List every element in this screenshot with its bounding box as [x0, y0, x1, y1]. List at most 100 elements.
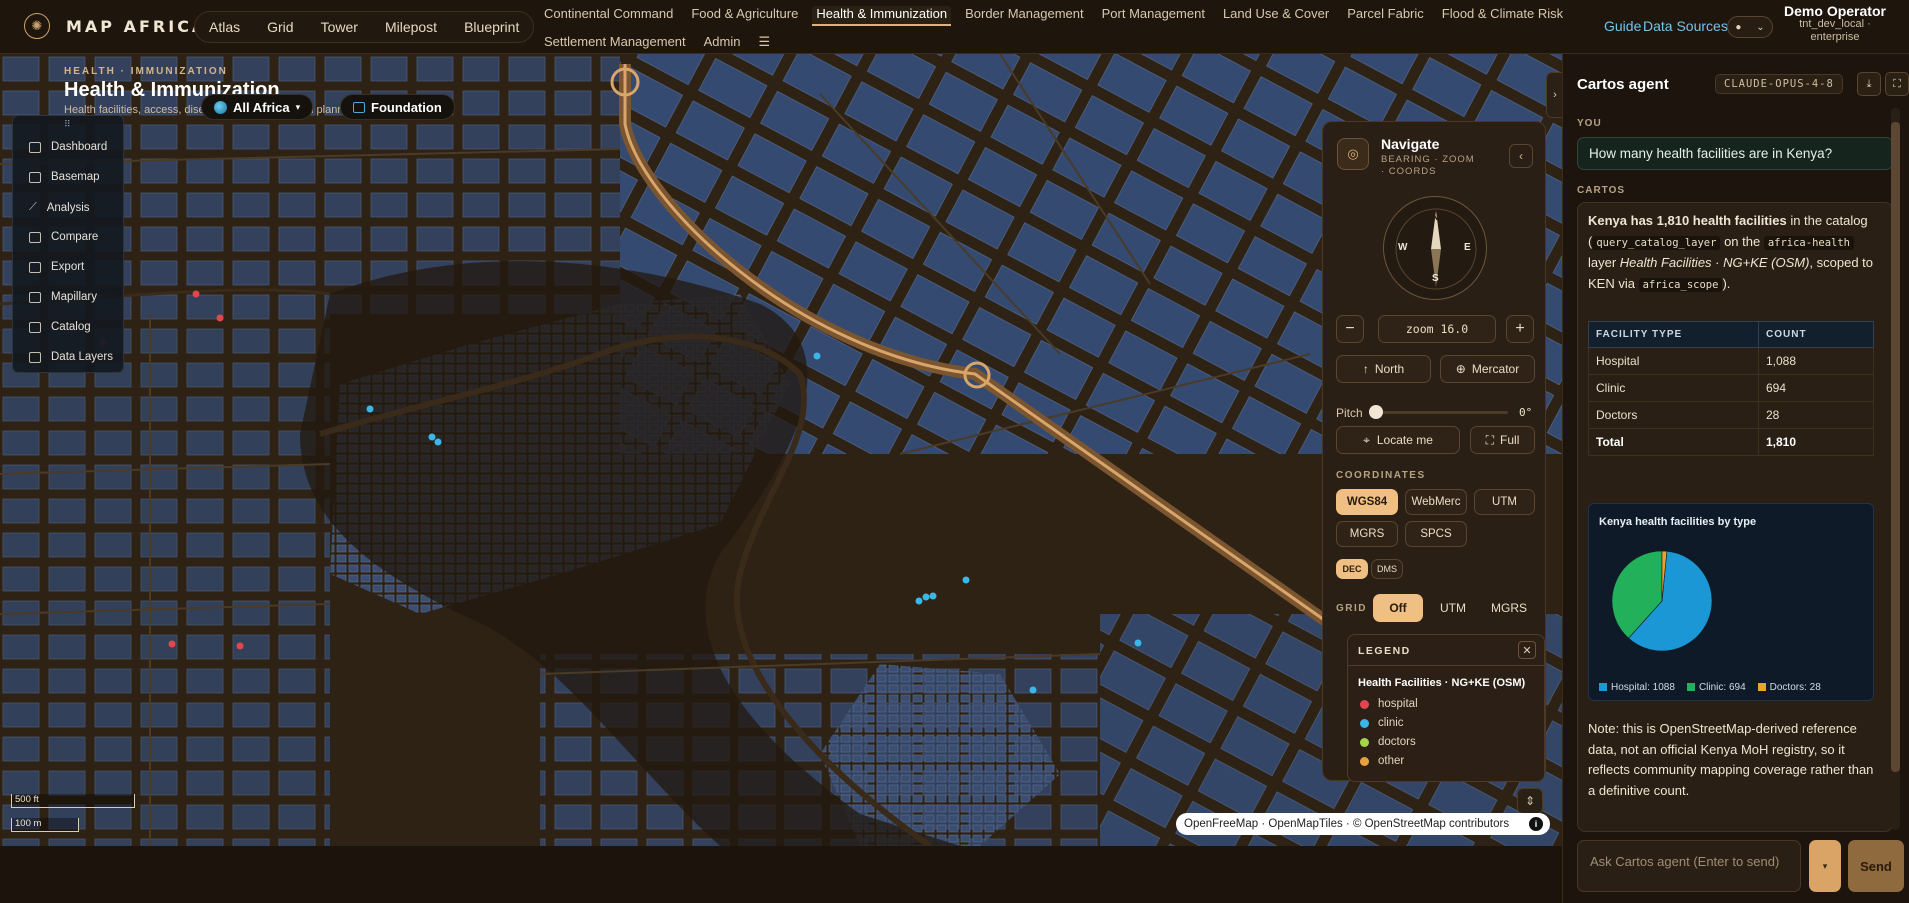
- coord-utm[interactable]: UTM: [1474, 489, 1535, 515]
- chevron-down-icon: ⌄: [1756, 21, 1765, 33]
- view-mode-group: Atlas Grid Tower Milepost Blueprint: [194, 11, 534, 43]
- map-footer-strip: [0, 846, 1562, 903]
- tool-export[interactable]: Export: [29, 261, 84, 273]
- nav-health-immunization[interactable]: Health & Immunization: [812, 6, 952, 26]
- collapse-panel-button[interactable]: ‹: [1509, 144, 1533, 168]
- coord-mgrs[interactable]: MGRS: [1336, 521, 1398, 547]
- navigate-title: Navigate: [1381, 136, 1440, 152]
- map-icon: [29, 171, 41, 183]
- coord-wgs84[interactable]: WGS84: [1336, 489, 1398, 515]
- model-options-button[interactable]: ▾: [1809, 840, 1841, 892]
- nav-land-use-cover[interactable]: Land Use & Cover: [1223, 6, 1329, 26]
- scope-selector[interactable]: All Africa ▾: [201, 94, 314, 120]
- catalog-icon: [29, 321, 41, 333]
- pitch-slider-thumb[interactable]: [1369, 405, 1383, 419]
- you-role-label: YOU: [1577, 118, 1602, 129]
- user-menu[interactable]: Demo Operator tnt_dev_local · enterprise: [1780, 3, 1890, 44]
- table-cell: Total: [1588, 428, 1759, 456]
- full-label: Full: [1500, 433, 1520, 447]
- drag-handle-icon[interactable]: ⠿: [64, 119, 71, 130]
- theme-toggle[interactable]: ● ⌄: [1727, 16, 1773, 38]
- zoom-out-button[interactable]: −: [1336, 315, 1364, 343]
- bearing-reset-button[interactable]: ⇕: [1517, 788, 1543, 814]
- table-cell: Hospital: [1588, 347, 1759, 375]
- legend-item-clinic: clinic: [1360, 717, 1404, 729]
- zoom-in-button[interactable]: +: [1506, 315, 1534, 343]
- compass-dial[interactable]: N S E W: [1383, 196, 1487, 300]
- locate-me-button[interactable]: ⌖ Locate me: [1336, 426, 1460, 454]
- nav-flood-climate-risk[interactable]: Flood & Climate Risk: [1442, 6, 1563, 26]
- nav-parcel-fabric[interactable]: Parcel Fabric: [1347, 6, 1424, 26]
- coord-webmerc[interactable]: WebMerc: [1405, 489, 1467, 515]
- expand-panel-button[interactable]: ⛶: [1885, 72, 1909, 96]
- data-sources-link[interactable]: Data Sources: [1643, 18, 1728, 34]
- tool-label: Catalog: [51, 321, 91, 333]
- legend-layer-name: Health Facilities · NG+KE (OSM): [1358, 677, 1526, 689]
- agent-scrollbar-thumb[interactable]: [1891, 122, 1900, 772]
- format-dms[interactable]: DMS: [1371, 559, 1403, 579]
- compass-west: W: [1398, 242, 1408, 253]
- reset-north-button[interactable]: ↑ North: [1336, 355, 1431, 383]
- nav-admin[interactable]: Admin: [704, 34, 741, 50]
- pitch-slider-track[interactable]: [1376, 411, 1508, 414]
- legend-text: Doctors: 28: [1769, 682, 1821, 693]
- legend-swatch: [1599, 683, 1607, 691]
- coord-spcs[interactable]: SPCS: [1405, 521, 1467, 547]
- reply-layer-name: Health Facilities · NG+KE (OSM): [1619, 255, 1810, 270]
- tool-analysis[interactable]: ⟋ Analysis: [29, 201, 90, 214]
- tool-basemap[interactable]: Basemap: [29, 171, 100, 183]
- grid-utm[interactable]: UTM: [1428, 594, 1478, 622]
- download-button[interactable]: ⤓: [1857, 72, 1881, 96]
- grid-off[interactable]: Off: [1373, 594, 1423, 622]
- nav-continental-command[interactable]: Continental Command: [544, 6, 673, 26]
- guide-link[interactable]: Guide: [1604, 18, 1641, 34]
- mode-blueprint[interactable]: Blueprint: [464, 19, 519, 35]
- cartos-role-label: CARTOS: [1577, 185, 1626, 196]
- tool-dashboard[interactable]: Dashboard: [29, 141, 107, 153]
- nav-settlement-management[interactable]: Settlement Management: [544, 34, 686, 50]
- legend-swatch: [1757, 683, 1766, 691]
- user-name: Demo Operator: [1784, 3, 1886, 19]
- expand-icon: ⛶: [1893, 77, 1901, 90]
- compass-south: S: [1432, 273, 1439, 284]
- table-cell: 694: [1758, 374, 1874, 402]
- mode-tower[interactable]: Tower: [321, 19, 358, 35]
- tool-compare[interactable]: Compare: [29, 231, 98, 243]
- info-icon[interactable]: i: [1529, 817, 1543, 831]
- map-eyebrow: HEALTH · IMMUNIZATION: [64, 66, 228, 77]
- close-icon: ✕: [1522, 644, 1532, 657]
- compass-icon: ◎: [1337, 138, 1369, 170]
- tool-data-layers[interactable]: Data Layers: [29, 351, 113, 363]
- fullscreen-button[interactable]: ⛶ Full: [1470, 426, 1535, 454]
- grid-mgrs[interactable]: MGRS: [1483, 594, 1535, 622]
- layers-icon: [29, 351, 41, 363]
- legend-close-button[interactable]: ✕: [1518, 641, 1536, 659]
- pitch-label: Pitch: [1336, 406, 1363, 420]
- arrow-up-icon: ↑: [1362, 362, 1369, 376]
- nav-food-agriculture[interactable]: Food & Agriculture: [691, 6, 798, 26]
- send-button[interactable]: Send: [1848, 840, 1904, 892]
- agent-scrollbar[interactable]: [1891, 108, 1900, 830]
- nav-port-management[interactable]: Port Management: [1102, 6, 1205, 26]
- chevron-right-icon: ›: [1553, 89, 1557, 101]
- format-dec[interactable]: DEC: [1336, 559, 1368, 579]
- projection-label: Mercator: [1471, 362, 1520, 376]
- logo-icon: ✺: [24, 13, 50, 39]
- tool-catalog[interactable]: Catalog: [29, 321, 91, 333]
- model-badge[interactable]: CLAUDE-OPUS-4-8: [1715, 74, 1843, 94]
- map-layers-icon: [353, 101, 365, 113]
- mode-grid[interactable]: Grid: [267, 19, 293, 35]
- table-row: Hospital 1,088: [1588, 347, 1874, 375]
- basemap-selector[interactable]: Foundation: [340, 94, 455, 120]
- reply-text: on the: [1720, 233, 1764, 249]
- hamburger-menu-icon[interactable]: ☰: [759, 34, 771, 50]
- mode-atlas[interactable]: Atlas: [209, 19, 240, 35]
- legend-text: Clinic: 694: [1698, 682, 1746, 693]
- grid-label: GRID: [1336, 603, 1367, 614]
- agent-chat-input[interactable]: Ask Cartos agent (Enter to send): [1577, 840, 1801, 892]
- trend-icon: ⟋: [29, 201, 37, 213]
- nav-border-management[interactable]: Border Management: [965, 6, 1084, 26]
- tool-mapillary[interactable]: Mapillary: [29, 291, 97, 303]
- mode-milepost[interactable]: Milepost: [385, 19, 437, 35]
- projection-button[interactable]: ⊕ Mercator: [1440, 355, 1535, 383]
